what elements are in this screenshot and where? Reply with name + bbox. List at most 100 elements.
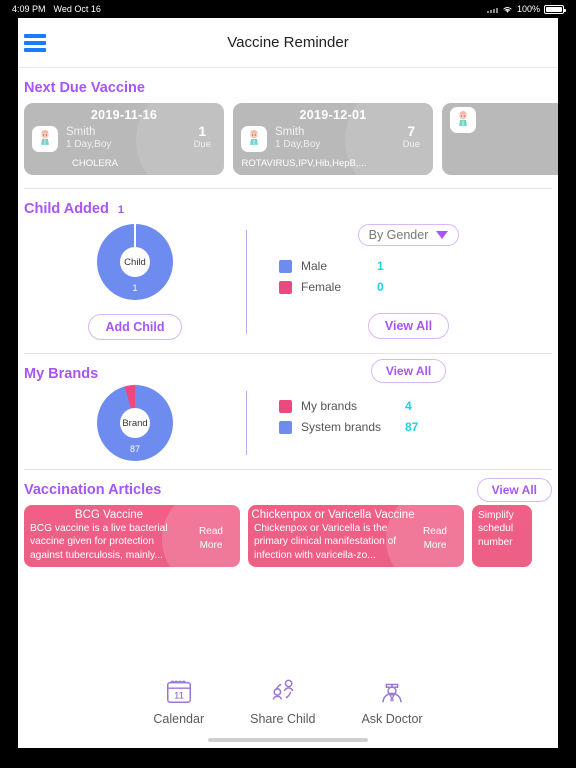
due-child-age: 1 Day,Boy	[275, 139, 321, 151]
baby-avatar-icon	[32, 126, 58, 152]
status-bar-left: 4:09 PM Wed Oct 16	[12, 4, 101, 14]
article-title: BCG Vaccine	[74, 509, 144, 521]
due-vaccine-list: CHOLERA	[72, 158, 118, 169]
add-child-button[interactable]: Add Child	[88, 314, 182, 340]
battery-icon	[544, 4, 566, 14]
legend-item: My brands 4	[279, 399, 552, 413]
articles-view-all-button[interactable]: View All	[476, 477, 552, 502]
section-title-next-due: Next Due Vaccine	[24, 80, 145, 96]
child-donut-block: Child 1 Add Child	[24, 224, 246, 340]
brand-donut-block: Brand 87	[24, 385, 246, 461]
legend-swatch-my-brands	[279, 399, 292, 413]
article-card[interactable]: BCG Vaccine BCG vaccine is a live bacter…	[24, 505, 240, 567]
status-time: 4:09 PM	[12, 4, 46, 14]
section-title-child-added: Child Added	[24, 201, 109, 217]
legend-item: Female 0	[279, 280, 552, 294]
status-date: Wed Oct 16	[53, 4, 101, 14]
child-added-row: Child 1 Add Child By Gender Male 1 Femal…	[24, 224, 552, 340]
due-card-body	[442, 103, 558, 133]
hamburger-menu-icon[interactable]	[24, 33, 46, 52]
by-gender-dropdown[interactable]: By Gender	[357, 224, 460, 246]
due-count: 1	[198, 123, 207, 139]
legend-label: Female	[301, 280, 342, 294]
brand-legend-block: View All My brands 4 System brands 87	[265, 359, 552, 461]
due-child-name: Smith	[66, 126, 96, 138]
donut-center-label: Child	[120, 247, 150, 277]
child-added-count: 1	[117, 204, 124, 216]
due-count-label: Due	[402, 139, 420, 150]
baby-avatar-icon	[450, 107, 476, 133]
legend-swatch-male	[279, 259, 292, 273]
article-card[interactable]: Chickenpox or Varicella Vaccine Chickenp…	[248, 505, 464, 567]
article-card[interactable]: Simplify schedul number	[472, 505, 532, 567]
article-title: Chickenpox or Varicella Vaccine	[251, 509, 415, 521]
by-gender-label: By Gender	[368, 228, 429, 242]
my-brands-row: Brand 87 View All My brands 4 System bra…	[24, 359, 552, 461]
due-count-label: Due	[193, 139, 211, 150]
bottom-nav-calendar[interactable]: 11 Calendar	[153, 676, 204, 726]
calendar-day-number: 11	[174, 691, 184, 701]
donut-center-label: Brand	[120, 408, 150, 438]
bottom-navigation: 11 Calendar Share Child Ask Doctor	[18, 676, 558, 726]
donut-value-label: 87	[129, 444, 140, 454]
read-more-button[interactable]: Read More	[414, 525, 456, 552]
due-count: 7	[407, 123, 416, 139]
vertical-divider	[246, 391, 247, 455]
legend-label: System brands	[301, 420, 382, 434]
legend-label: Male	[301, 259, 328, 273]
brands-view-all-button[interactable]: View All	[370, 359, 447, 383]
status-bar-right: 100%	[486, 4, 566, 14]
vertical-divider	[246, 230, 247, 334]
due-date: 2019-11-16	[90, 108, 158, 122]
due-child-info: Smith 1 Day,Boy	[267, 125, 320, 152]
baby-avatar-icon	[241, 126, 267, 152]
signal-icon	[486, 6, 498, 13]
legend-value: 4	[405, 399, 412, 413]
next-due-cards-row[interactable]: 2019-11-16 Smith 1 Day,Boy CHOLERA 1 Due…	[24, 103, 558, 175]
legend-item: System brands 87	[279, 420, 552, 434]
status-bar: 4:09 PM Wed Oct 16 100%	[0, 0, 576, 18]
navigation-bar: Vaccine Reminder	[18, 18, 558, 68]
donut-gap	[134, 224, 136, 248]
next-due-card[interactable]	[442, 103, 558, 175]
due-child-age: 1 Day,Boy	[66, 139, 112, 151]
content-area: Next Due Vaccine 2019-11-16 Smith 1 Day,…	[18, 68, 558, 567]
read-more-button[interactable]: Read More	[190, 525, 232, 552]
due-count-group: 7 Due	[403, 123, 420, 150]
bottom-nav-label: Ask Doctor	[361, 712, 423, 726]
wifi-icon	[503, 6, 512, 13]
due-child-info: Smith 1 Day,Boy	[58, 125, 111, 152]
home-indicator	[208, 738, 368, 742]
section-title-articles: Vaccination Articles	[24, 482, 162, 498]
calendar-icon: 11	[166, 680, 191, 703]
ask-doctor-icon	[382, 683, 402, 703]
next-due-card[interactable]: 2019-12-01 Smith 1 Day,Boy ROTAVIRUS,IPV…	[233, 103, 433, 175]
article-body: Simplify schedul number	[478, 510, 514, 548]
bottom-nav-ask-doctor[interactable]: Ask Doctor	[361, 676, 423, 726]
next-due-card[interactable]: 2019-11-16 Smith 1 Day,Boy CHOLERA 1 Due	[24, 103, 224, 175]
legend-label: My brands	[301, 399, 358, 413]
battery-percent: 100%	[516, 4, 540, 14]
legend-value: 87	[405, 420, 419, 434]
legend-swatch-female	[279, 280, 292, 294]
bottom-nav-label: Calendar	[153, 712, 205, 726]
legend-item: Male 1	[279, 259, 552, 273]
section-header-next-due: Next Due Vaccine	[24, 68, 552, 103]
legend-value: 0	[377, 280, 384, 294]
due-date: 2019-12-01	[299, 108, 367, 122]
legend-swatch-system-brands	[279, 420, 292, 434]
child-legend-block: By Gender Male 1 Female 0 View All	[265, 224, 552, 340]
bottom-nav-label: Share Child	[250, 712, 316, 726]
donut-value-label: 1	[132, 283, 138, 293]
section-header-articles: Vaccination Articles	[24, 470, 161, 505]
device-frame: 4:09 PM Wed Oct 16 100% Vaccine Reminder	[0, 0, 576, 768]
due-count-group: 1 Due	[194, 123, 211, 150]
child-donut-chart: Child 1	[97, 224, 173, 300]
legend-value: 1	[377, 259, 384, 273]
articles-row[interactable]: BCG Vaccine BCG vaccine is a live bacter…	[24, 505, 552, 567]
chevron-down-icon	[436, 231, 449, 239]
child-view-all-button[interactable]: View All	[367, 313, 450, 339]
due-vaccine-list: ROTAVIRUS,IPV,Hib,HepB,...	[241, 158, 367, 169]
app-screen: Vaccine Reminder Next Due Vaccine 2019-1…	[18, 18, 558, 748]
bottom-nav-share-child[interactable]: Share Child	[250, 676, 315, 726]
